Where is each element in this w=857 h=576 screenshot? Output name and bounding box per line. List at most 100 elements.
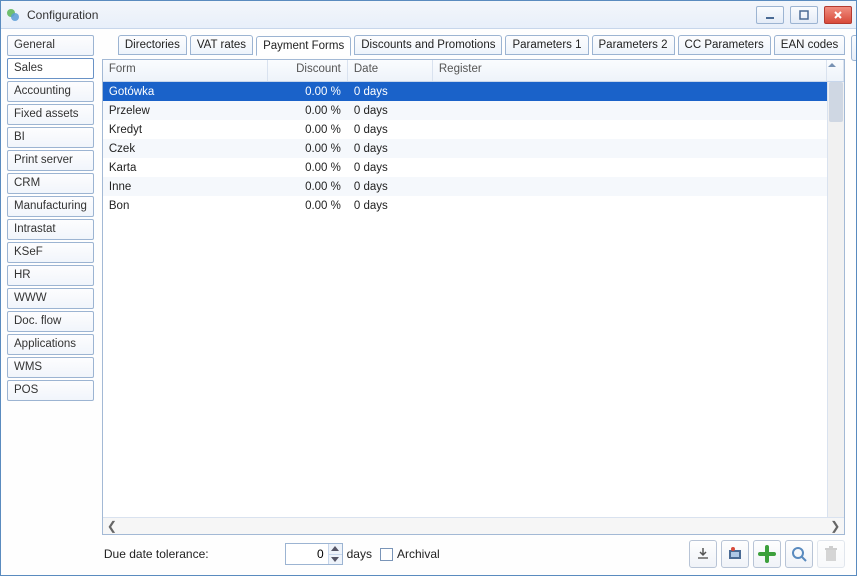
plus-icon [758, 545, 776, 563]
action-buttons [689, 540, 845, 568]
table-row[interactable]: Inne0.00 %0 days [103, 177, 827, 196]
col-header-discount[interactable]: Discount [268, 60, 348, 81]
preview-button[interactable] [785, 540, 813, 568]
window-title: Configuration [27, 8, 756, 22]
sidebar-item-bi[interactable]: BI [7, 127, 94, 148]
table-row[interactable]: Bon0.00 %0 days [103, 196, 827, 215]
cell-date: 0 days [348, 200, 433, 212]
sidebar-item-crm[interactable]: CRM [7, 173, 94, 194]
export-button[interactable] [689, 540, 717, 568]
sidebar-item-manufacturing[interactable]: Manufacturing [7, 196, 94, 217]
app-icon [5, 7, 21, 23]
tab-parameters-2[interactable]: Parameters 2 [592, 35, 675, 55]
table-row[interactable]: Karta0.00 %0 days [103, 158, 827, 177]
delete-button[interactable] [817, 540, 845, 568]
main-panel: DirectoriesVAT ratesPayment FormsDiscoun… [98, 29, 851, 575]
add-button[interactable] [753, 540, 781, 568]
grid-rows: Gotówka0.00 %0 daysPrzelew0.00 %0 daysKr… [103, 82, 827, 517]
scroll-up-button[interactable] [827, 60, 844, 81]
cell-form: Inne [103, 181, 268, 193]
tab-ean-codes[interactable]: EAN codes [774, 35, 846, 55]
titlebar: Configuration [1, 1, 856, 29]
sidebar: GeneralSalesAccountingFixed assetsBIPrin… [1, 29, 98, 575]
horizontal-scrollbar[interactable]: ❮ ❯ [103, 517, 844, 534]
sidebar-item-print-server[interactable]: Print server [7, 150, 94, 171]
grid-body: Gotówka0.00 %0 daysPrzelew0.00 %0 daysKr… [103, 82, 844, 517]
tab-vat-rates[interactable]: VAT rates [190, 35, 253, 55]
table-row[interactable]: Gotówka0.00 %0 days [103, 82, 827, 101]
cell-form: Kredyt [103, 124, 268, 136]
save-button[interactable] [851, 35, 856, 61]
cell-date: 0 days [348, 124, 433, 136]
vertical-scrollbar[interactable] [827, 82, 844, 517]
cell-date: 0 days [348, 181, 433, 193]
cell-discount: 0.00 % [268, 181, 348, 193]
trash-icon [824, 546, 838, 562]
sidebar-item-wms[interactable]: WMS [7, 357, 94, 378]
payment-forms-grid: Form Discount Date Register Gotówka0.00 … [102, 59, 845, 535]
tab-parameters-1[interactable]: Parameters 1 [505, 35, 588, 55]
sidebar-item-general[interactable]: General [7, 35, 94, 56]
spin-down-button[interactable] [329, 555, 342, 565]
cell-discount: 0.00 % [268, 124, 348, 136]
grid-header: Form Discount Date Register [103, 60, 844, 82]
magnifier-icon [791, 546, 807, 562]
cell-discount: 0.00 % [268, 162, 348, 174]
archival-label: Archival [397, 547, 440, 561]
due-date-unit: days [347, 547, 372, 561]
col-header-date[interactable]: Date [348, 60, 433, 81]
sidebar-item-sales[interactable]: Sales [7, 58, 94, 79]
cell-form: Przelew [103, 105, 268, 117]
archival-checkbox[interactable]: Archival [380, 547, 440, 561]
col-header-form[interactable]: Form [103, 60, 268, 81]
sidebar-item-hr[interactable]: HR [7, 265, 94, 286]
cancel-button[interactable] [851, 71, 856, 97]
sidebar-item-pos[interactable]: POS [7, 380, 94, 401]
spin-up-button[interactable] [329, 544, 342, 555]
tab-cc-parameters[interactable]: CC Parameters [678, 35, 771, 55]
sidebar-item-applications[interactable]: Applications [7, 334, 94, 355]
close-button[interactable] [824, 6, 852, 24]
cell-discount: 0.00 % [268, 86, 348, 98]
sidebar-item-ksef[interactable]: KSeF [7, 242, 94, 263]
cell-date: 0 days [348, 162, 433, 174]
cell-discount: 0.00 % [268, 105, 348, 117]
table-row[interactable]: Czek0.00 %0 days [103, 139, 827, 158]
cell-form: Bon [103, 200, 268, 212]
checkbox-icon [380, 548, 393, 561]
sidebar-item-accounting[interactable]: Accounting [7, 81, 94, 102]
tab-payment-forms[interactable]: Payment Forms [256, 36, 351, 56]
config-window: Configuration GeneralSalesAccountingFixe… [0, 0, 857, 576]
cancel-icon [854, 74, 856, 94]
export-icon [695, 546, 711, 562]
scroll-left-button[interactable]: ❮ [105, 520, 119, 533]
due-date-label: Due date tolerance: [104, 547, 209, 561]
cell-date: 0 days [348, 105, 433, 117]
scroll-right-button[interactable]: ❯ [828, 520, 842, 533]
right-tool-strip [851, 29, 856, 575]
maximize-button[interactable] [790, 6, 818, 24]
minimize-button[interactable] [756, 6, 784, 24]
due-date-input[interactable] [286, 544, 328, 564]
sidebar-item-doc-flow[interactable]: Doc. flow [7, 311, 94, 332]
cell-form: Czek [103, 143, 268, 155]
tab-discounts-and-promotions[interactable]: Discounts and Promotions [354, 35, 502, 55]
cell-form: Gotówka [103, 86, 268, 98]
bottom-bar: Due date tolerance: days Archival [102, 539, 845, 569]
col-header-register[interactable]: Register [433, 60, 827, 81]
sidebar-item-www[interactable]: WWW [7, 288, 94, 309]
cell-discount: 0.00 % [268, 200, 348, 212]
table-row[interactable]: Kredyt0.00 %0 days [103, 120, 827, 139]
cell-discount: 0.00 % [268, 143, 348, 155]
cell-date: 0 days [348, 86, 433, 98]
table-row[interactable]: Przelew0.00 %0 days [103, 101, 827, 120]
import-icon [727, 546, 743, 562]
sidebar-item-intrastat[interactable]: Intrastat [7, 219, 94, 240]
cell-form: Karta [103, 162, 268, 174]
due-date-spinner[interactable] [285, 543, 343, 565]
import-button[interactable] [721, 540, 749, 568]
tabs: DirectoriesVAT ratesPayment FormsDiscoun… [118, 35, 845, 55]
tab-directories[interactable]: Directories [118, 35, 187, 55]
cell-date: 0 days [348, 143, 433, 155]
sidebar-item-fixed-assets[interactable]: Fixed assets [7, 104, 94, 125]
